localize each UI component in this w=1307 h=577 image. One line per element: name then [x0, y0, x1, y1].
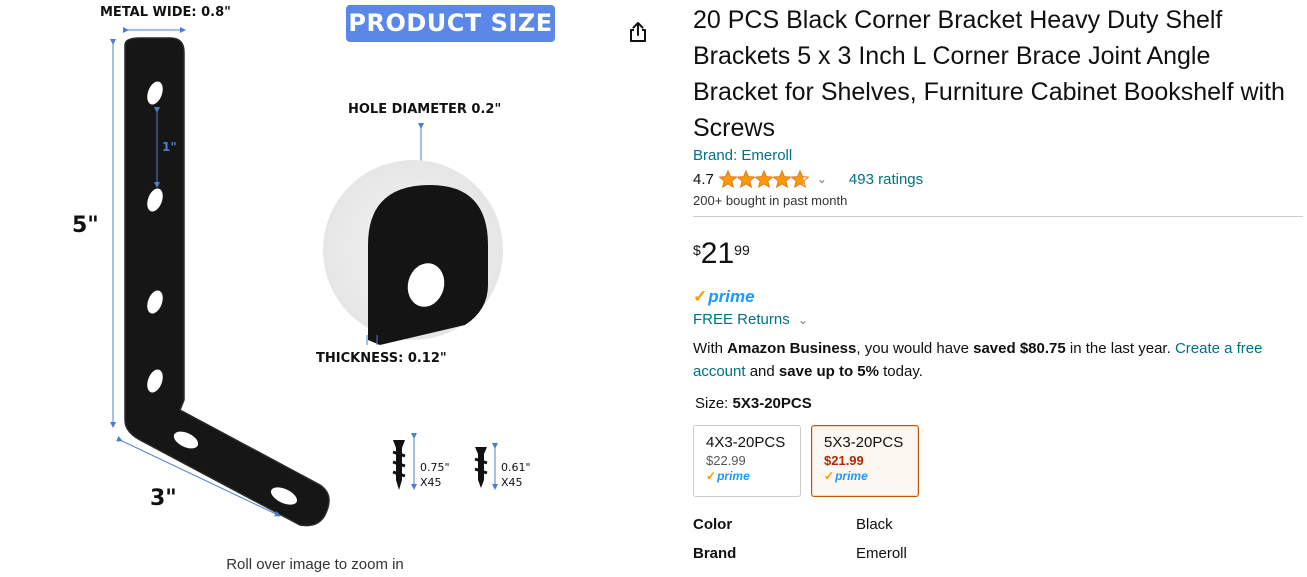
size-label: Size: 5X3-20PCS: [695, 395, 812, 412]
share-icon[interactable]: [626, 20, 650, 44]
length-label: 3": [150, 486, 177, 511]
metal-wide-label: METAL WIDE: 0.8": [100, 5, 231, 20]
brand-link[interactable]: Brand: Emeroll: [693, 147, 792, 164]
free-returns-label: FREE Returns: [693, 311, 790, 328]
prime-check-icon: ✓: [693, 287, 708, 306]
biz-text-part: today.: [878, 363, 923, 380]
biz-bold-save-up-to: save up to 5%: [778, 363, 879, 380]
size-option-name: 5X3-20PCS: [824, 434, 904, 451]
screw-long: [392, 440, 406, 490]
price-fraction: 99: [734, 242, 750, 258]
prime-logo-text: prime: [708, 287, 755, 306]
size-option-price: $21.99: [824, 453, 864, 468]
spec-value-color: Black: [856, 516, 893, 533]
prime-badge-small: ✓prime: [824, 469, 868, 483]
biz-text-part: in the last year.: [1065, 340, 1175, 357]
size-option-selected[interactable]: 5X3-20PCS $21.99 ✓prime: [811, 425, 919, 497]
biz-bold-amazon-business: Amazon Business: [727, 340, 857, 357]
screw-long-qty: X45: [420, 476, 442, 489]
height-label: 5": [72, 213, 99, 238]
screw-short-qty: X45: [501, 476, 523, 489]
price-whole: 21: [700, 237, 735, 270]
bought-count: 200+ bought in past month: [693, 193, 848, 208]
rating-row: 4.7 ⌄ 493 ratings: [693, 168, 923, 190]
spacing-label: 1": [162, 140, 177, 154]
star-icon: [754, 170, 773, 188]
price-symbol: $: [693, 242, 701, 258]
star-icon: [736, 170, 755, 188]
rating-value: 4.7: [693, 170, 714, 188]
biz-text-part: With: [693, 340, 728, 357]
price: $ 21 99: [693, 236, 750, 272]
hole-diameter-label: HOLE DIAMETER 0.2": [348, 102, 501, 117]
size-option-price: $22.99: [706, 453, 746, 468]
star-rating[interactable]: [718, 170, 809, 188]
prime-badge: ✓ prime: [693, 287, 755, 307]
product-size-banner: PRODUCT SIZE: [346, 5, 555, 42]
chevron-down-icon[interactable]: ⌄: [817, 172, 827, 186]
size-selected-value: 5X3-20PCS: [732, 395, 812, 412]
chevron-down-icon: ⌄: [797, 313, 808, 327]
screw-short-length: 0.61": [501, 461, 531, 474]
ratings-count-link[interactable]: 493 ratings: [849, 171, 923, 188]
zoom-hint: Roll over image to zoom in: [226, 556, 404, 573]
thickness-label: THICKNESS: 0.12": [316, 351, 447, 366]
spec-key-brand: Brand: [693, 545, 737, 562]
star-icon: [772, 170, 791, 188]
spec-value-brand: Emeroll: [856, 545, 907, 562]
biz-text-part: , you would have: [856, 340, 974, 357]
divider: [693, 216, 1303, 217]
star-icon: [790, 170, 809, 188]
business-savings-text: With Amazon Business, you would have sav…: [693, 337, 1303, 383]
biz-bold-saved: saved $80.75: [973, 340, 1066, 357]
biz-text-part: and: [745, 363, 779, 380]
product-image[interactable]: METAL WIDE: 0.8" 1" 5" 3" HOLE DIAMETER …: [0, 0, 620, 555]
spec-key-color: Color: [693, 516, 733, 533]
free-returns-link[interactable]: FREE Returns ⌄: [693, 311, 808, 328]
product-title: 20 PCS Black Corner Bracket Heavy Duty S…: [693, 6, 1285, 142]
size-option-name: 4X3-20PCS: [706, 434, 786, 451]
bracket-shape: [124, 37, 330, 527]
screw-long-length: 0.75": [420, 461, 450, 474]
size-label-prefix: Size:: [695, 395, 733, 412]
star-icon: [718, 170, 737, 188]
screw-short: [474, 447, 488, 488]
prime-badge-small: ✓prime: [706, 469, 750, 483]
size-option[interactable]: 4X3-20PCS $22.99 ✓prime: [693, 425, 801, 497]
